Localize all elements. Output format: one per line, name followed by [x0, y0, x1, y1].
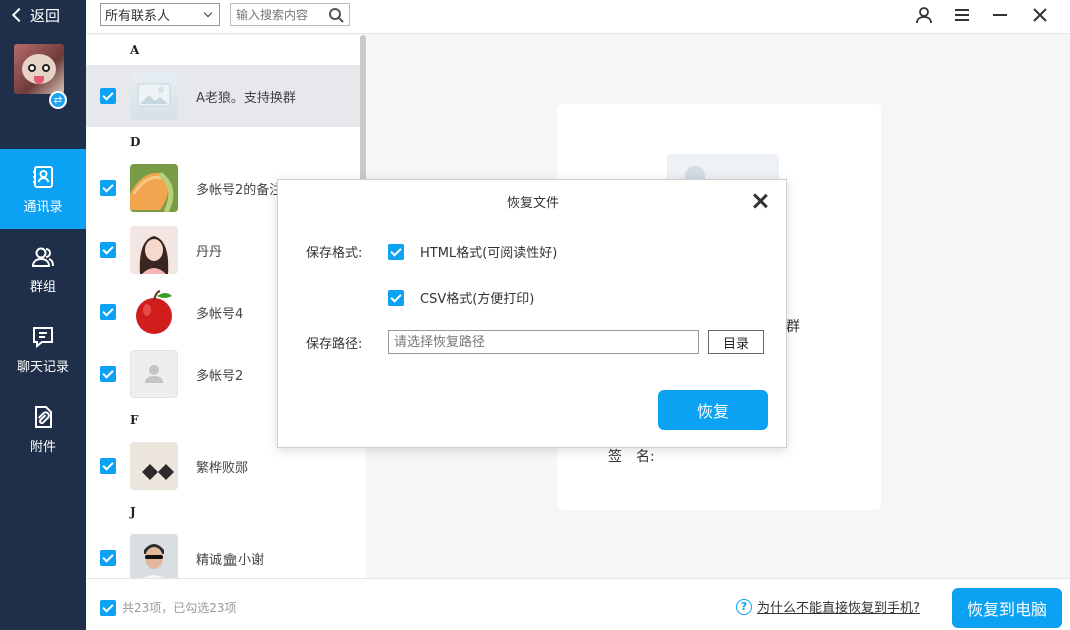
select-all-checkbox[interactable]: [100, 600, 116, 616]
image-placeholder-icon: [137, 83, 171, 107]
contact-avatar: [130, 534, 178, 578]
html-format-checkbox[interactable]: [388, 243, 404, 260]
csv-format-label: CSV格式(方便打印): [420, 292, 535, 307]
search-icon[interactable]: [327, 6, 345, 24]
signature-label: 签 名:: [608, 449, 655, 465]
nav-contacts[interactable]: 通讯录: [0, 149, 86, 229]
nav-label: 附件: [29, 439, 56, 455]
contact-checkbox[interactable]: [100, 88, 116, 104]
contact-row[interactable]: 精诚🏛小谢: [86, 527, 360, 578]
chevron-down-icon: [203, 8, 213, 18]
person-photo-image: [130, 534, 178, 578]
nav-label: 聊天记录: [16, 359, 69, 375]
contact-avatar: [130, 72, 178, 120]
contact-name-part: 精诚: [196, 552, 223, 568]
contact-name: 精诚🏛小谢: [196, 549, 264, 568]
contact-checkbox[interactable]: [100, 366, 116, 382]
user-avatar[interactable]: [14, 44, 64, 94]
filter-selected: 所有联系人: [105, 9, 171, 24]
chevron-left-icon: [11, 7, 27, 23]
csv-format-option[interactable]: CSV格式(方便打印): [388, 288, 534, 307]
avatar-eye: [28, 64, 36, 72]
contact-filter-select[interactable]: 所有联系人: [100, 3, 220, 26]
help-link[interactable]: ? 为什么不能直接恢复到手机?: [736, 597, 920, 616]
contact-avatar: [130, 288, 178, 336]
detail-group-text: 群: [786, 319, 800, 335]
search-box: [230, 3, 350, 26]
restore-path-input[interactable]: [388, 330, 699, 354]
bank-icon: 🏛: [222, 552, 239, 568]
nav-attachments[interactable]: 附件: [0, 389, 86, 469]
close-window-button[interactable]: [1028, 4, 1052, 26]
contact-checkbox[interactable]: [100, 304, 116, 320]
browse-directory-button[interactable]: 目录: [708, 330, 764, 354]
path-label: 保存路径:: [306, 337, 363, 352]
selection-count: 共23项，已勾选23项: [122, 601, 237, 615]
filter-bar: 所有联系人: [86, 0, 366, 34]
contact-avatar: [130, 442, 178, 490]
bottom-bar: 共23项，已勾选23项 ? 为什么不能直接恢复到手机? 恢复到电脑: [86, 578, 1070, 630]
contact-name: 多帐号4: [196, 306, 244, 322]
contact-avatar: [130, 226, 178, 274]
contact-name: 多帐号2: [196, 368, 244, 384]
menu-icon: [955, 9, 969, 21]
help-link-text: 为什么不能直接恢复到手机?: [757, 601, 920, 616]
close-icon: [1033, 8, 1047, 22]
contact-checkbox[interactable]: [100, 550, 116, 566]
melon-avatar-image: [130, 164, 178, 212]
nav-groups[interactable]: 群组: [0, 229, 86, 309]
window-titlebar: [366, 0, 1070, 34]
menu-button[interactable]: [950, 4, 974, 26]
contacts-icon: [33, 165, 53, 188]
attachment-icon: [35, 405, 52, 428]
format-label: 保存格式:: [306, 246, 363, 261]
scrollbar-thumb[interactable]: [360, 35, 366, 195]
contact-name: 丹丹: [196, 244, 223, 260]
dialog-title: 恢复文件: [506, 196, 559, 211]
csv-format-checkbox[interactable]: [388, 289, 404, 306]
contact-name: 多帐号2的备注: [196, 182, 283, 198]
group-icon: [31, 247, 54, 267]
nav-label: 群组: [29, 279, 56, 295]
html-format-option[interactable]: HTML格式(可阅读性好): [388, 242, 557, 261]
restore-file-dialog: 恢复文件 保存格式: HTML格式(可阅读性好) CSV格式(方便打印) 保存路…: [277, 179, 787, 448]
back-label: 返回: [30, 6, 61, 25]
nav-label: 通讯录: [23, 199, 63, 215]
contact-name: A老狼。支持换群: [196, 90, 296, 106]
contact-name: 繁桦败郧: [196, 460, 249, 476]
back-button[interactable]: 返回: [10, 4, 60, 26]
contact-name-part: 小谢: [238, 552, 265, 568]
contact-avatar: [130, 350, 178, 398]
html-format-label: HTML格式(可阅读性好): [420, 246, 558, 261]
contact-checkbox[interactable]: [100, 458, 116, 474]
restore-to-pc-button[interactable]: 恢复到电脑: [952, 588, 1062, 628]
letter-header: A: [130, 43, 140, 57]
logo-avatar-image: [130, 442, 178, 490]
apple-avatar-image: [136, 290, 172, 334]
user-icon: [916, 7, 932, 24]
search-input[interactable]: [231, 4, 327, 25]
sidebar: 返回 ⇄ 通讯录 群组 聊天记录 附件: [0, 0, 86, 630]
contact-checkbox[interactable]: [100, 242, 116, 258]
person-photo-image: [130, 226, 178, 274]
chat-icon: [33, 326, 53, 348]
default-user-icon: [145, 365, 163, 383]
contact-avatar: [130, 164, 178, 212]
minimize-button[interactable]: [988, 4, 1012, 26]
switch-account-icon[interactable]: ⇄: [49, 91, 67, 109]
letter-header: D: [130, 135, 141, 149]
contact-checkbox[interactable]: [100, 180, 116, 196]
question-icon: ?: [736, 598, 752, 615]
restore-button[interactable]: 恢复: [658, 390, 768, 430]
avatar-eye: [42, 64, 50, 72]
nav-chat-history[interactable]: 聊天记录: [0, 309, 86, 389]
account-button[interactable]: [912, 4, 936, 26]
letter-header: J: [130, 505, 136, 519]
minimize-icon: [993, 14, 1007, 16]
close-icon[interactable]: [752, 193, 768, 209]
contact-row[interactable]: A老狼。支持换群: [86, 65, 360, 127]
